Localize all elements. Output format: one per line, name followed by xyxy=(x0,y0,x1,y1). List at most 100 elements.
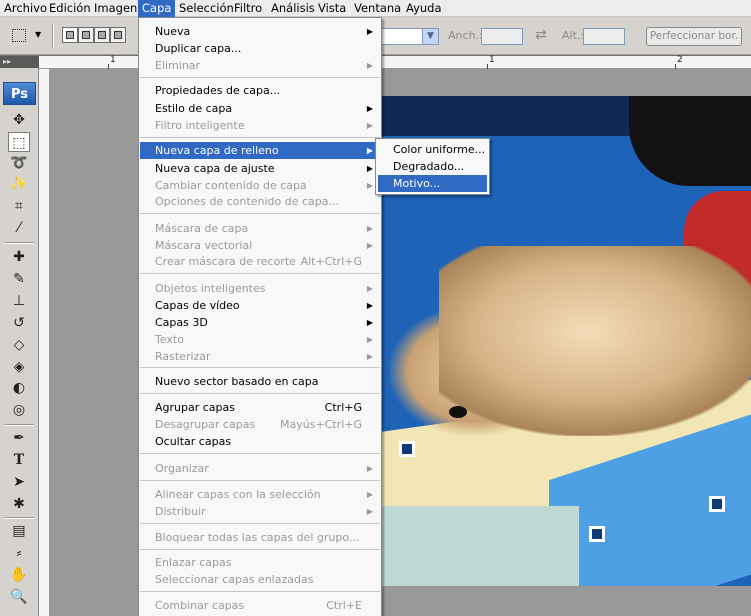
menu-item-organizar[interactable]: Organizar ▶ xyxy=(140,460,380,477)
menu-item-nueva[interactable]: Nueva ▶ xyxy=(140,23,380,40)
menu-item-label: Capas de vídeo xyxy=(155,299,240,312)
menu-item-capas-de-video[interactable]: Capas de vídeo ▶ xyxy=(140,297,380,314)
history-brush-tool-icon[interactable]: ↺ xyxy=(8,313,30,333)
menu-item-agrupar-capas[interactable]: Agrupar capas Ctrl+G xyxy=(140,399,380,416)
menu-imagen[interactable]: Imagen xyxy=(90,0,141,17)
submenu-arrow-icon: ▶ xyxy=(366,464,373,473)
photo-dark-corner xyxy=(629,96,751,186)
menu-item-mascara-vectorial[interactable]: Máscara vectorial ▶ xyxy=(140,237,380,254)
submenu-arrow-icon: ▶ xyxy=(366,301,373,310)
menu-item-estilo-de-capa[interactable]: Estilo de capa ▶ xyxy=(140,100,380,117)
clone-stamp-tool-icon[interactable]: ⊥ xyxy=(8,291,30,311)
menu-item-crear-mascara-de-recorte[interactable]: Crear máscara de recorte Alt+Ctrl+G xyxy=(140,253,380,270)
eyedropper-sample-tool-icon[interactable]: ⸗ xyxy=(8,543,30,563)
menu-item-propiedades-de-capa[interactable]: Propiedades de capa... xyxy=(140,82,380,99)
menu-item-label: Alinear capas con la selección xyxy=(155,488,321,501)
menu-item-filtro-inteligente[interactable]: Filtro inteligente ▶ xyxy=(140,117,380,134)
brush-tool-icon[interactable]: ✎ xyxy=(8,269,30,289)
toolbox-grip[interactable]: ▸▸ xyxy=(0,56,39,68)
menu-filtro[interactable]: Filtro xyxy=(230,0,266,17)
lasso-tool-icon[interactable]: ➰ xyxy=(8,153,30,173)
zoom-tool-icon[interactable]: 🔍 xyxy=(8,587,30,607)
menu-item-bloquear-capas[interactable]: Bloquear todas las capas del grupo... xyxy=(140,529,380,546)
menu-item-rasterizar[interactable]: Rasterizar ▶ xyxy=(140,348,380,365)
type-tool-icon[interactable]: T xyxy=(8,450,30,470)
menu-item-texto[interactable]: Texto ▶ xyxy=(140,331,380,348)
menu-item-duplicar-capa[interactable]: Duplicar capa... xyxy=(140,40,380,57)
chevron-down-icon: ▼ xyxy=(422,29,438,44)
eraser-tool-icon[interactable]: ◇ xyxy=(8,335,30,355)
menu-item-shortcut: Ctrl+G xyxy=(324,401,362,414)
notes-tool-icon[interactable]: ▤ xyxy=(8,521,30,541)
menu-item-combinar-capas[interactable]: Combinar capas Ctrl+E xyxy=(140,597,380,614)
menu-edicion[interactable]: Edición xyxy=(45,0,95,17)
submenu-arrow-icon: ▶ xyxy=(366,335,373,344)
menu-item-ocultar-capas[interactable]: Ocultar capas xyxy=(140,433,380,450)
move-tool-icon[interactable]: ✥ xyxy=(8,110,30,130)
healing-brush-tool-icon[interactable]: ✚ xyxy=(8,247,30,267)
menu-separator xyxy=(140,591,380,592)
swap-icon[interactable]: ⇄ xyxy=(535,27,547,43)
capa-menu: Nueva ▶ Duplicar capa... Eliminar ▶ Propie… xyxy=(138,17,382,616)
new-selection-icon xyxy=(66,31,74,39)
menu-item-enlazar-capas[interactable]: Enlazar capas xyxy=(140,554,380,571)
menu-capa[interactable]: Capa xyxy=(138,0,176,17)
menu-item-label: Cambiar contenido de capa xyxy=(155,179,307,192)
menu-archivo[interactable]: Archivo xyxy=(0,0,51,17)
new-selection-button[interactable] xyxy=(62,27,78,43)
marquee-tool-icon[interactable]: ⬚ xyxy=(8,132,30,152)
path-selection-tool-icon[interactable]: ➤ xyxy=(8,472,30,492)
menu-item-label: Estilo de capa xyxy=(155,102,233,115)
blur-tool-icon[interactable]: ◐ xyxy=(8,378,30,398)
menu-item-label: Desagrupar capas xyxy=(155,418,256,431)
custom-shape-tool-icon[interactable]: ✱ xyxy=(8,494,30,514)
menu-item-nuevo-sector[interactable]: Nuevo sector basado en capa xyxy=(140,373,380,390)
menu-item-nueva-capa-de-ajuste[interactable]: Nueva capa de ajuste ▶ xyxy=(140,160,380,177)
menu-item-mascara-de-capa[interactable]: Máscara de capa ▶ xyxy=(140,220,380,237)
magic-wand-tool-icon[interactable]: ✨ xyxy=(8,174,30,194)
submenu-item-degradado[interactable]: Degradado... xyxy=(378,158,487,175)
width-field[interactable] xyxy=(481,28,523,45)
menu-item-label: Opciones de contenido de capa... xyxy=(155,195,340,208)
menu-item-label: Ocultar capas xyxy=(155,435,232,448)
hand-tool-icon[interactable]: ✋ xyxy=(8,565,30,585)
menu-analisis[interactable]: Análisis xyxy=(267,0,319,17)
menu-item-seleccionar-capas-enlazadas[interactable]: Seleccionar capas enlazadas xyxy=(140,571,380,588)
menu-item-desagrupar-capas[interactable]: Desagrupar capas Mayús+Ctrl+G xyxy=(140,416,380,433)
menu-seleccion[interactable]: Selección xyxy=(175,0,238,17)
menu-item-distribuir[interactable]: Distribuir ▶ xyxy=(140,503,380,520)
crop-tool-icon[interactable]: ⌗ xyxy=(8,196,30,216)
menu-item-opciones-de-contenido[interactable]: Opciones de contenido de capa... xyxy=(140,193,380,210)
toolbox-divider xyxy=(4,242,34,244)
menu-item-capas-3d[interactable]: Capas 3D ▶ xyxy=(140,314,380,331)
paint-bucket-tool-icon[interactable]: ◈ xyxy=(8,357,30,377)
menu-item-alinear-capas[interactable]: Alinear capas con la selección ▶ xyxy=(140,486,380,503)
submenu-arrow-icon: ▶ xyxy=(366,146,373,155)
menu-ayuda[interactable]: Ayuda xyxy=(402,0,446,17)
menu-item-nueva-capa-de-relleno[interactable]: Nueva capa de relleno ▶ xyxy=(140,142,380,159)
subtract-from-selection-button[interactable] xyxy=(94,27,110,43)
eyedropper-tool-icon[interactable]: ⁄ xyxy=(8,218,30,238)
menu-item-eliminar[interactable]: Eliminar ▶ xyxy=(140,57,380,74)
add-to-selection-button[interactable] xyxy=(78,27,94,43)
pen-tool-icon[interactable]: ✒ xyxy=(8,428,30,448)
intersect-selection-button[interactable] xyxy=(110,27,126,43)
style-select[interactable]: ▼ xyxy=(380,28,439,45)
refine-edge-button[interactable]: Perfeccionar bor. xyxy=(646,27,742,46)
toolbox: ▸▸ Ps ✥ ⬚ ➰ ✨ ⌗ ⁄ ✚ ✎ ⊥ ↺ ◇ ◈ ◐ ◎ ✒ T ➤ … xyxy=(0,56,39,616)
menu-item-label: Propiedades de capa... xyxy=(155,84,281,97)
submenu-item-motivo[interactable]: Motivo... xyxy=(378,175,487,192)
menu-ventana[interactable]: Ventana xyxy=(350,0,405,17)
menu-item-label: Capas 3D xyxy=(155,316,208,329)
menu-item-objetos-inteligentes[interactable]: Objetos inteligentes ▶ xyxy=(140,280,380,297)
menu-item-label: Máscara de capa xyxy=(155,222,249,235)
menu-item-shortcut: Alt+Ctrl+G xyxy=(300,255,362,268)
menu-separator xyxy=(140,480,380,481)
menu-vista[interactable]: Vista xyxy=(314,0,350,17)
submenu-item-color-uniforme[interactable]: Color uniforme... xyxy=(378,141,487,158)
menu-item-cambiar-contenido-de-capa[interactable]: Cambiar contenido de capa ▶ xyxy=(140,177,380,194)
submenu-arrow-icon: ▶ xyxy=(366,224,373,233)
dodge-tool-icon[interactable]: ◎ xyxy=(8,400,30,420)
tool-preset-picker[interactable]: ▼ xyxy=(6,25,44,47)
height-field[interactable] xyxy=(583,28,625,45)
